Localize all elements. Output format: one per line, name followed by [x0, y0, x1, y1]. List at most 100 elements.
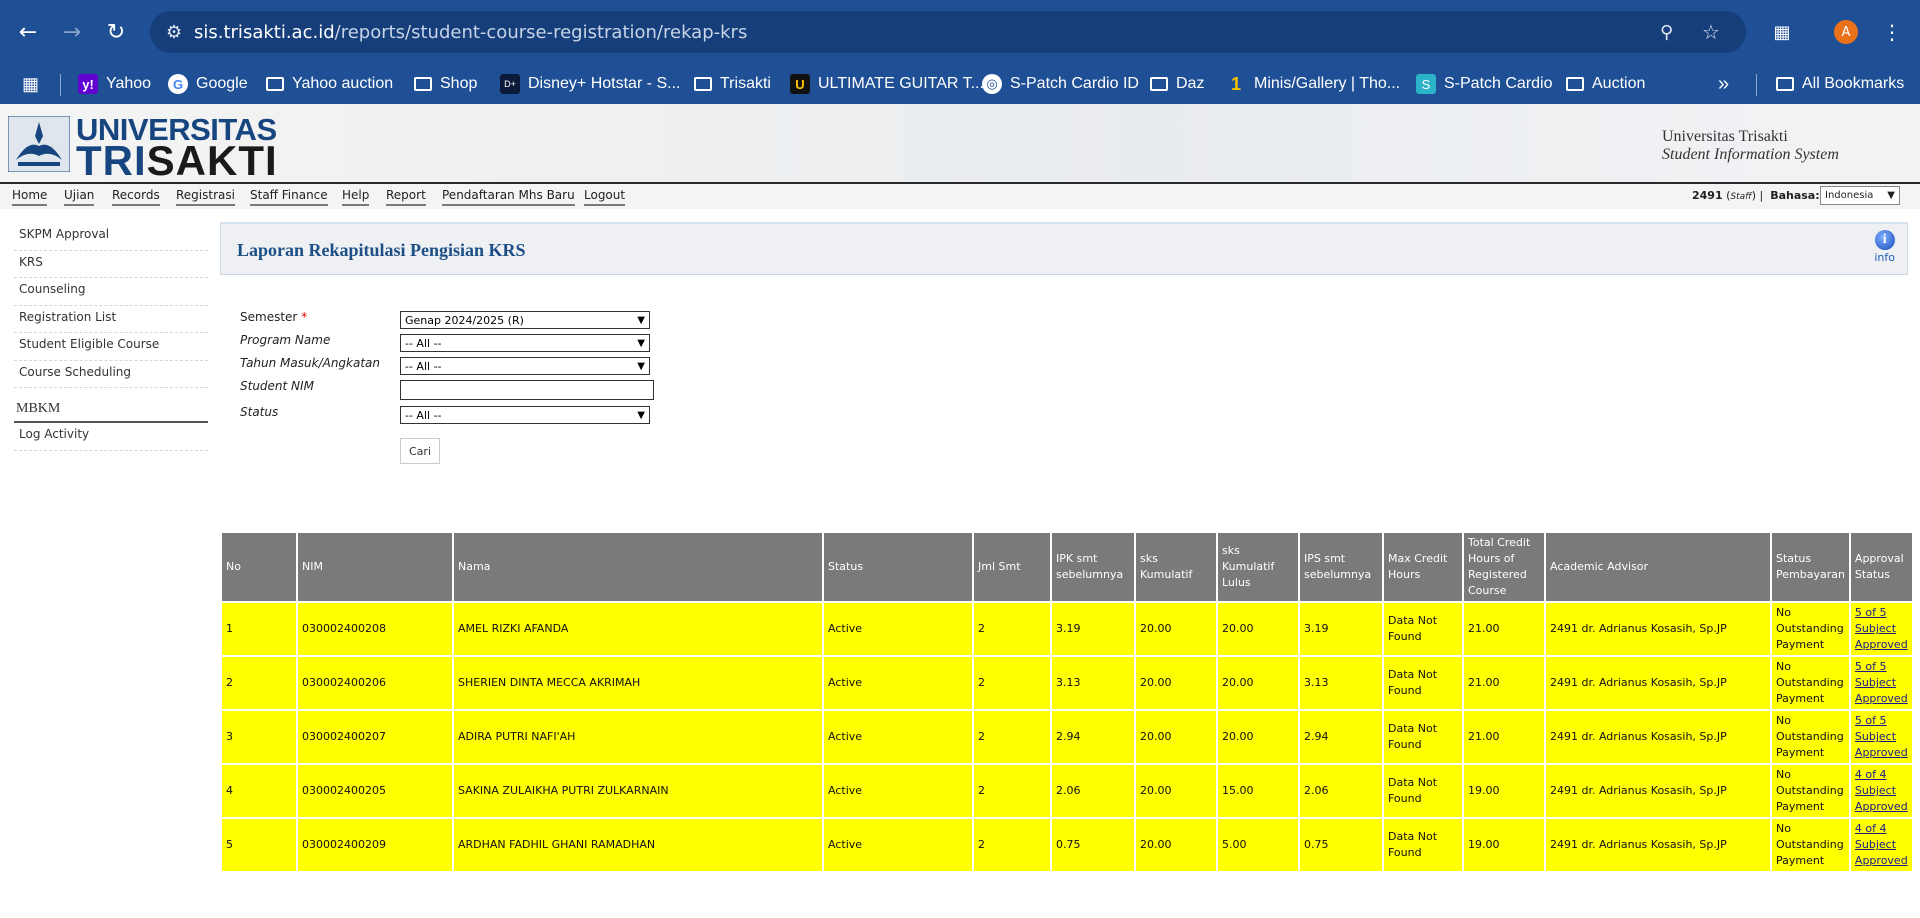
cell-advisor: 2491 dr. Adrianus Kosasih, Sp.JP	[1546, 657, 1770, 709]
col-ips: IPS smt sebelumnya	[1300, 533, 1382, 601]
zoom-icon[interactable]: ⚲	[1660, 11, 1673, 53]
info-button[interactable]: i info	[1874, 230, 1895, 264]
cell-jml-smt: 2	[974, 819, 1050, 871]
cell-ipk: 3.19	[1052, 603, 1134, 655]
profile-avatar[interactable]: A	[1828, 14, 1864, 50]
approval-status-link[interactable]: 4 of 4 Subject Approved	[1855, 822, 1908, 867]
cell-max-credit: Data Not Found	[1384, 819, 1462, 871]
menu-staff-finance[interactable]: Staff Finance	[250, 188, 328, 206]
program-select[interactable]: -- All -- ▼	[400, 334, 650, 352]
nim-label: Student NIM	[240, 379, 314, 393]
menu-help[interactable]: Help	[342, 188, 370, 206]
reload-icon[interactable]: ↻	[98, 14, 134, 50]
cell-no: 2	[222, 657, 296, 709]
menu-logout[interactable]: Logout	[584, 188, 626, 206]
approval-status-link[interactable]: 4 of 4 Subject Approved	[1855, 768, 1908, 813]
approval-status-link[interactable]: 5 of 5 Subject Approved	[1855, 714, 1908, 759]
cell-status: Active	[824, 765, 972, 817]
cell-nama: SAKINA ZULAIKHA PUTRI ZULKARNAIN	[454, 765, 822, 817]
cell-total-credit: 21.00	[1464, 711, 1544, 763]
sidebar-section-mbkm: MBKM	[14, 398, 208, 423]
menu-pendaftaran-mhs-baru[interactable]: Pendaftaran Mhs Baru	[442, 188, 575, 206]
spatch-icon: S	[1416, 74, 1436, 94]
table-row: 2 030002400206 SHERIEN DINTA MECCA AKRIM…	[222, 657, 1912, 709]
bookmark-auction[interactable]: Auction	[1566, 64, 1645, 104]
google-icon: G	[168, 74, 188, 94]
search-button[interactable]: Cari	[400, 438, 440, 464]
nim-row: Student NIM	[240, 379, 660, 400]
status-select[interactable]: -- All -- ▼	[400, 406, 650, 424]
user-info: 2491 (Staff) | Bahasa:	[1692, 189, 1820, 202]
cell-status-pembayaran: No Outstanding Payment	[1772, 603, 1849, 655]
menu-kebab-icon[interactable]: ⋮	[1874, 14, 1910, 50]
table-body: 1 030002400208 AMEL RIZKI AFANDA Active …	[222, 603, 1912, 871]
menu-report[interactable]: Report	[386, 188, 426, 206]
menu-registrasi[interactable]: Registrasi	[176, 188, 235, 206]
cell-nim: 030002400207	[298, 711, 452, 763]
bookmark-daz[interactable]: Daz	[1150, 64, 1204, 104]
col-ipk: IPK smt sebelumnya	[1052, 533, 1134, 601]
address-bar[interactable]: ⚙ sis.trisakti.ac.id/reports/student-cou…	[150, 11, 1746, 53]
sidebar-item-course-scheduling[interactable]: Course Scheduling	[14, 361, 208, 388]
sidebar-item-krs[interactable]: KRS	[14, 251, 208, 278]
approval-status-link[interactable]: 5 of 5 Subject Approved	[1855, 660, 1908, 705]
bookmark-spatch-cardio[interactable]: S S-Patch Cardio	[1416, 64, 1553, 104]
tahun-select[interactable]: -- All -- ▼	[400, 357, 650, 375]
col-status-pembayaran: Status Pembayaran	[1772, 533, 1849, 601]
back-icon[interactable]: ←	[10, 14, 46, 50]
bookmark-google[interactable]: G Google	[168, 64, 248, 104]
menu-ujian[interactable]: Ujian	[64, 188, 95, 206]
cell-ipk: 0.75	[1052, 819, 1134, 871]
site-info-icon[interactable]: ⚙	[166, 11, 182, 53]
cell-approval: 5 of 5 Subject Approved	[1850, 711, 1912, 763]
cell-nim: 030002400206	[298, 657, 452, 709]
cell-sks-kumulatif: 20.00	[1136, 819, 1216, 871]
cell-status-pembayaran: No Outstanding Payment	[1772, 819, 1849, 871]
bookmark-shop[interactable]: Shop	[414, 64, 477, 104]
program-label: Program Name	[240, 333, 331, 347]
cell-advisor: 2491 dr. Adrianus Kosasih, Sp.JP	[1546, 711, 1770, 763]
bookmarks-overflow-icon[interactable]: »	[1718, 64, 1729, 104]
forward-icon[interactable]: →	[54, 14, 90, 50]
cell-sks-lulus: 20.00	[1218, 711, 1298, 763]
all-bookmarks[interactable]: All Bookmarks	[1776, 64, 1904, 104]
bookmark-ultimate-guitar[interactable]: U ULTIMATE GUITAR T...	[790, 64, 984, 104]
bookmark-yahoo[interactable]: y! Yahoo	[78, 64, 151, 104]
hotstar-icon: D+	[500, 74, 520, 94]
col-total-credit: Total Credit Hours of Registered Course	[1464, 533, 1544, 601]
sidebar-item-log-activity[interactable]: Log Activity	[14, 423, 208, 451]
cell-ipk: 2.06	[1052, 765, 1134, 817]
table-row: 5 030002400209 ARDHAN FADHIL GHANI RAMAD…	[222, 819, 1912, 871]
language-select[interactable]: Indonesia ▼	[1820, 186, 1900, 205]
folder-icon	[414, 77, 432, 91]
nim-input[interactable]	[400, 380, 654, 400]
cell-sks-lulus: 5.00	[1218, 819, 1298, 871]
sidebar-item-skpm-approval[interactable]: SKPM Approval	[14, 223, 208, 251]
bookmark-spatch-cardio-id[interactable]: ◎ S-Patch Cardio ID	[982, 64, 1139, 104]
cell-total-credit: 19.00	[1464, 765, 1544, 817]
sidebar-item-counseling[interactable]: Counseling	[14, 278, 208, 306]
bookmark-minis-gallery[interactable]: 1 Minis/Gallery | Tho...	[1226, 64, 1400, 104]
approval-status-link[interactable]: 5 of 5 Subject Approved	[1855, 606, 1908, 651]
menu-home[interactable]: Home	[12, 188, 48, 206]
apps-icon[interactable]: ▦	[22, 64, 39, 104]
chevron-down-icon: ▼	[637, 337, 645, 349]
extensions-icon[interactable]: ▦	[1764, 14, 1800, 50]
menu-records[interactable]: Records	[112, 188, 160, 206]
sidebar-item-registration-list[interactable]: Registration List	[14, 306, 208, 333]
table-header-row: No NIM Nama Status Jml Smt IPK smt sebel…	[222, 533, 1912, 601]
bookmark-trisakti[interactable]: Trisakti	[694, 64, 771, 104]
cell-jml-smt: 2	[974, 603, 1050, 655]
minis-icon: 1	[1230, 73, 1241, 94]
bookmark-hotstar[interactable]: D+ Disney+ Hotstar - S...	[500, 64, 681, 104]
cell-nama: SHERIEN DINTA MECCA AKRIMAH	[454, 657, 822, 709]
cell-no: 1	[222, 603, 296, 655]
bookmark-yahoo-auction[interactable]: Yahoo auction	[266, 64, 393, 104]
semester-select[interactable]: Genap 2024/2025 (R) ▼	[400, 311, 650, 329]
table-row: 1 030002400208 AMEL RIZKI AFANDA Active …	[222, 603, 1912, 655]
cell-sks-kumulatif: 20.00	[1136, 603, 1216, 655]
star-icon[interactable]: ☆	[1702, 11, 1720, 53]
semester-label: Semester *	[240, 310, 308, 324]
sidebar-item-student-eligible-course[interactable]: Student Eligible Course	[14, 333, 208, 361]
bookmarks-divider	[60, 74, 61, 96]
